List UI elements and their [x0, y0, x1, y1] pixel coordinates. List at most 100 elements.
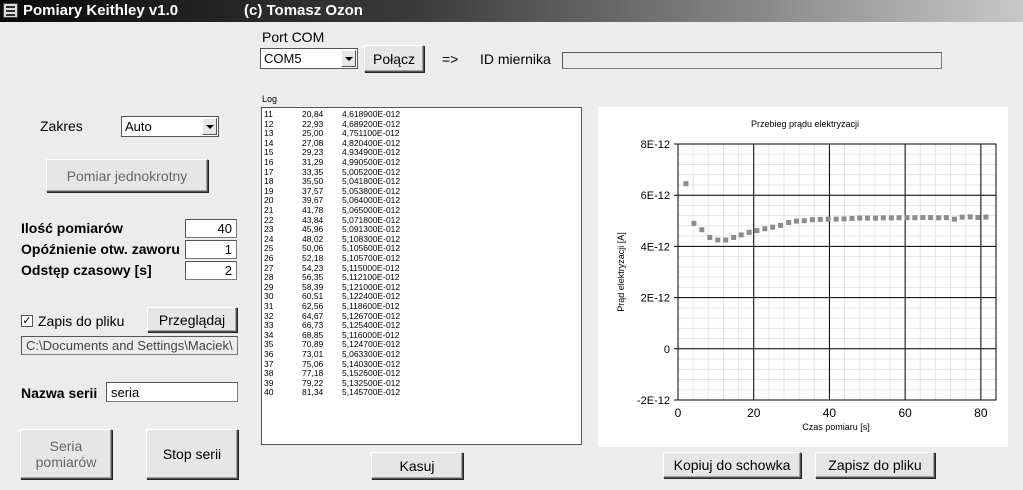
connect-button[interactable]: Połącz — [364, 45, 424, 72]
data-point — [825, 216, 831, 222]
port-com-label: Port COM — [262, 29, 325, 45]
data-point — [912, 215, 918, 221]
log-label: Log — [262, 94, 278, 104]
data-point — [793, 218, 799, 224]
file-path-field[interactable]: C:\Documents and Settings\Maciek\ — [21, 336, 238, 355]
log-index: 16 — [264, 157, 274, 167]
data-point — [928, 215, 934, 221]
copy-to-clipboard-button[interactable]: Kopiuj do schowka — [663, 452, 801, 478]
data-point — [809, 217, 815, 223]
data-point — [975, 214, 981, 220]
y-tick-label: 8E-12 — [641, 139, 670, 151]
data-point — [778, 222, 784, 228]
log-time: 73,01 — [302, 349, 324, 359]
range-select[interactable]: Auto — [121, 116, 219, 137]
current-chart: 0 20 40 60 80 -2E-12 0 2E-12 4E-12 6E-12 8E-12 Prze… — [616, 119, 997, 432]
data-point — [833, 216, 839, 222]
data-point — [715, 237, 721, 243]
stop-series-button[interactable]: Stop serii — [146, 429, 238, 479]
log-time: 25,00 — [302, 128, 324, 139]
x-axis-label: Czas pomiaru [s] — [802, 422, 870, 432]
data-point — [873, 215, 879, 221]
data-point — [683, 181, 689, 187]
data-point — [983, 214, 989, 220]
x-tick-label: 40 — [823, 406, 837, 420]
log-index: 21 — [264, 205, 274, 215]
x-tick-label: 80 — [974, 406, 988, 420]
save-to-file-label: Zapis do pliku — [38, 313, 125, 329]
data-point — [817, 216, 823, 222]
log-time: 41,78 — [302, 205, 324, 215]
data-point — [786, 219, 792, 225]
series-name-input[interactable]: seria — [106, 382, 238, 402]
data-point — [841, 216, 847, 222]
delay-input[interactable]: 1 — [185, 240, 237, 259]
meter-id-label: ID miernika — [480, 51, 551, 67]
data-point — [801, 218, 807, 224]
data-point — [904, 215, 910, 221]
chevron-down-icon[interactable] — [202, 118, 217, 135]
plot-frame — [677, 143, 997, 401]
data-point — [746, 229, 752, 235]
y-tick-label: 2E-12 — [641, 293, 670, 305]
window-title: Pomiary Keithley v1.0 — [23, 2, 179, 19]
log-value: 5,063300E-012 — [342, 349, 401, 359]
log-index: 13 — [264, 128, 274, 139]
browse-button[interactable]: Przeglądaj — [147, 307, 237, 332]
port-com-select[interactable]: COM5 — [260, 48, 358, 69]
app-icon[interactable] — [3, 3, 18, 18]
data-point — [896, 215, 902, 221]
log-index: 36 — [264, 349, 274, 359]
data-point — [770, 224, 776, 230]
log-index: 38 — [264, 368, 274, 379]
range-label: Zakres — [40, 118, 83, 134]
chart-title: Przebieg prądu elektryzacji — [751, 119, 859, 129]
log-time: 35,50 — [302, 176, 324, 187]
log-time: 56,35 — [302, 272, 324, 283]
log-list[interactable]: 11 20,84 4,618900E-012 12 22,93 4,689200E-012… — [261, 107, 582, 445]
log-value: 5,112100E-012 — [342, 272, 400, 283]
log-index: 28 — [264, 272, 274, 283]
log-time: 81,34 — [302, 387, 324, 398]
data-point — [691, 220, 697, 226]
data-point — [707, 234, 713, 240]
count-input[interactable]: 40 — [185, 219, 237, 238]
data-point — [951, 216, 957, 222]
y-axis-label: Prąd elektryzacji [A] — [616, 232, 626, 312]
log-time: 62,56 — [302, 301, 324, 311]
series-measurement-button[interactable]: Seria pomiarów — [20, 429, 112, 479]
log-value: 4,990500E-012 — [342, 157, 401, 167]
window-author: (c) Tomasz Ozon — [244, 2, 363, 19]
interval-input[interactable]: 2 — [185, 261, 237, 280]
y-tick-label: 0 — [664, 344, 670, 356]
log-value: 5,152600E-012 — [342, 368, 401, 379]
data-point — [936, 215, 942, 221]
y-tick-label: -2E-12 — [637, 395, 670, 407]
range-value: Auto — [125, 119, 152, 134]
log-value: 5,145700E-012 — [342, 387, 401, 398]
log-value: 4,618900E-012 — [342, 109, 401, 119]
title-bar: Pomiary Keithley v1.0 (c) Tomasz Ozon — [0, 0, 1023, 22]
y-tick-label: 6E-12 — [641, 190, 670, 202]
save-chart-button[interactable]: Zapisz do pliku — [815, 452, 935, 478]
chevron-down-icon[interactable] — [341, 50, 356, 67]
port-com-value: COM5 — [264, 51, 302, 66]
single-measurement-button[interactable]: Pomiar jednokrotny — [46, 159, 208, 192]
data-point — [888, 215, 894, 221]
delay-label: Opóźnienie otw. zaworu — [21, 241, 180, 257]
count-label: Ilość pomiarów — [21, 220, 123, 236]
clear-log-button[interactable]: Kasuj — [371, 452, 463, 479]
log-value: 5,125400E-012 — [342, 320, 401, 331]
log-value: 4,751100E-012 — [342, 128, 400, 139]
data-point — [738, 232, 744, 238]
log-index: 33 — [264, 320, 274, 331]
log-value: 5,041800E-012 — [342, 176, 401, 187]
log-index: 26 — [264, 253, 274, 263]
log-time: 45,96 — [302, 224, 324, 235]
data-point — [849, 215, 855, 221]
x-tick-label: 60 — [898, 406, 912, 420]
data-point — [857, 215, 863, 221]
log-index: 31 — [264, 301, 274, 311]
save-to-file-checkbox[interactable]: ✓ — [21, 315, 33, 327]
data-point — [959, 214, 965, 220]
